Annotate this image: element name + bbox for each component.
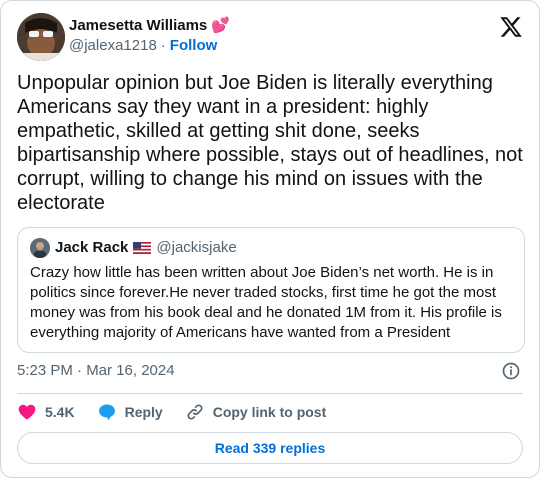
copy-link-button[interactable]: Copy link to post	[185, 402, 327, 422]
like-count: 5.4K	[45, 404, 75, 420]
quoted-post[interactable]: Jack Rack @jackisjake Crazy how little h…	[17, 227, 525, 353]
info-icon[interactable]	[501, 361, 521, 381]
read-replies-button[interactable]: Read 339 replies	[17, 432, 523, 464]
us-flag-icon	[133, 242, 152, 254]
quoted-header: Jack Rack @jackisjake	[30, 238, 237, 258]
heart-emoji: 💕	[211, 17, 230, 34]
reply-bubble-icon	[98, 404, 115, 421]
post-timestamp[interactable]: 5:23 PM · Mar 16, 2024	[17, 361, 175, 381]
reply-label: Reply	[124, 404, 163, 420]
author-info: Jamesetta Williams 💕 @jalexa1218 · Follo…	[69, 16, 230, 56]
embedded-post-card: Jamesetta Williams 💕 @jalexa1218 · Follo…	[0, 0, 540, 478]
quoted-text: Crazy how little has been written about …	[30, 264, 502, 341]
quoted-author-handle: @jackisjake	[156, 239, 237, 256]
quoted-avatar	[30, 238, 50, 258]
author-handle[interactable]: @jalexa1218	[69, 36, 157, 56]
link-icon	[187, 404, 203, 420]
x-logo-icon[interactable]	[499, 15, 523, 39]
follow-link[interactable]: Follow	[170, 36, 218, 56]
heart-icon	[18, 404, 36, 420]
copy-link-label: Copy link to post	[212, 404, 327, 420]
quoted-author-name: Jack Rack	[55, 239, 129, 256]
post-text: Unpopular opinion but Joe Biden is liter…	[17, 72, 523, 214]
post-header: Jamesetta Williams 💕 @jalexa1218 · Follo…	[17, 13, 523, 61]
reply-button[interactable]: Reply	[97, 402, 163, 422]
author-name[interactable]: Jamesetta Williams	[69, 16, 207, 36]
like-button[interactable]: 5.4K	[17, 402, 75, 422]
separator-dot: ·	[160, 37, 166, 54]
author-avatar[interactable]	[17, 13, 65, 61]
divider	[17, 393, 523, 394]
action-bar: 5.4K Reply Copy link to post	[17, 401, 348, 423]
